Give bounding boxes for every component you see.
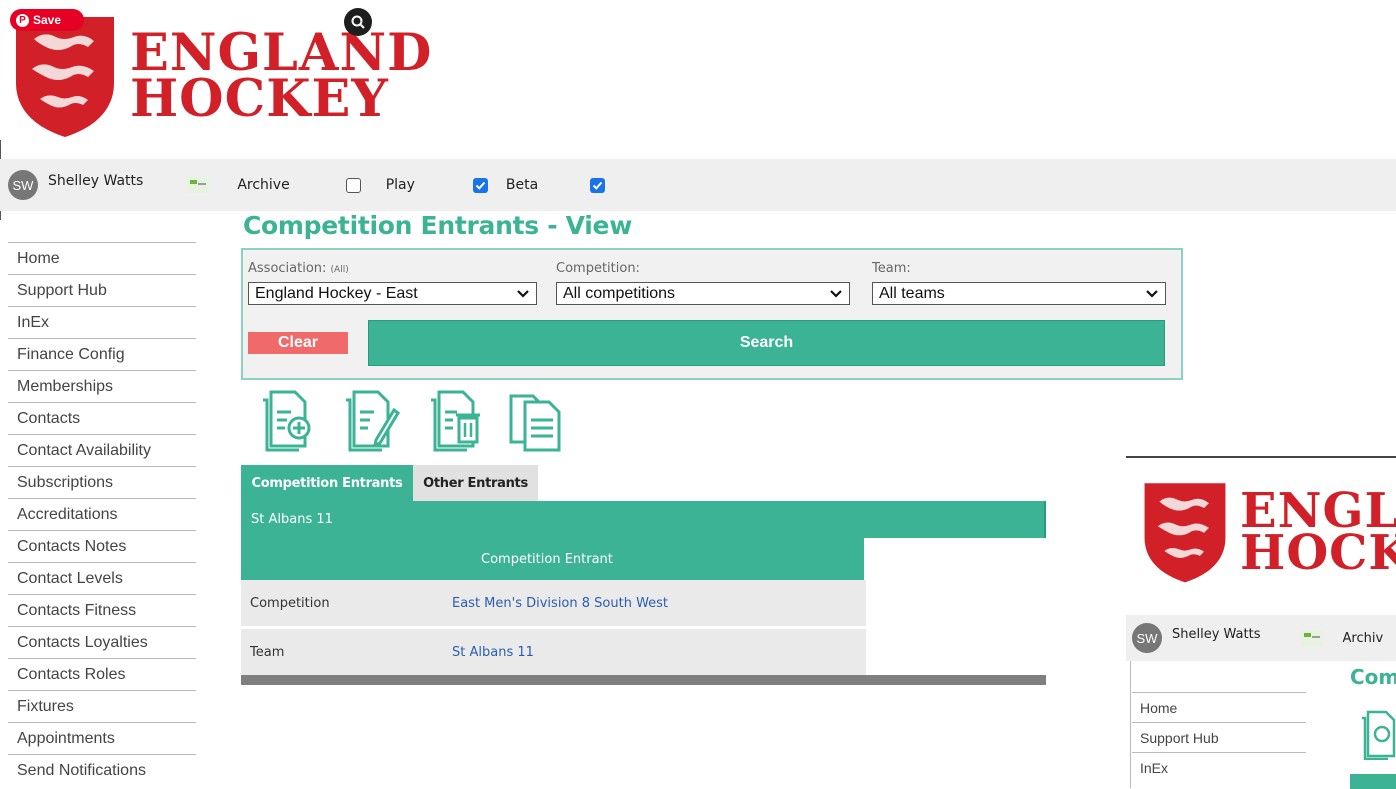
competition-label: Competition: (556, 261, 640, 276)
chevron-down-icon (517, 290, 529, 298)
sidebar-item-home[interactable]: Home (8, 242, 196, 274)
play-checkbox[interactable] (472, 177, 488, 193)
inset-user-bar: SW Shelley Watts Archiv (1126, 615, 1396, 661)
sidebar-item-memberships[interactable]: Memberships (8, 370, 196, 402)
visual-search-icon[interactable] (344, 8, 372, 36)
sidebar-item-inex[interactable]: InEx (8, 306, 196, 338)
sidebar-item-support-hub[interactable]: Support Hub (8, 274, 196, 306)
section-header-label: Competition Entrant (481, 551, 613, 567)
play-label: Play (385, 177, 415, 193)
user-name[interactable]: Shelley Watts (48, 173, 143, 189)
team-label: Team: (872, 261, 911, 276)
search-button[interactable]: Search (368, 320, 1165, 366)
filter-panel: Association: (All) England Hockey - East… (241, 248, 1183, 380)
field-label: Team (250, 644, 285, 660)
association-label-text: Association: (248, 261, 327, 276)
competition-value: All competitions (563, 284, 676, 302)
association-value: England Hockey - East (255, 284, 418, 302)
association-hint: (All) (330, 265, 349, 275)
document-view-icon (1362, 710, 1396, 760)
record-title: St Albans 11 (241, 501, 1046, 538)
sidebar-nav: Home Support Hub InEx Finance Config Mem… (8, 242, 196, 786)
document-add-icon[interactable] (255, 388, 317, 452)
tab-other-entrants[interactable]: Other Entrants (413, 465, 538, 501)
brand-line2: HOCKEY (130, 69, 389, 129)
inset-archive-label: Archiv (1342, 630, 1384, 646)
inset-screenshot: ENGLA HOCKE SW Shelley Watts Archiv Com … (1126, 456, 1396, 789)
team-link[interactable]: St Albans 11 (452, 645, 534, 660)
table-row: Team St Albans 11 (241, 629, 866, 675)
sidebar-item-contacts-notes[interactable]: Contacts Notes (8, 530, 196, 562)
competition-link[interactable]: East Men's Division 8 South West (452, 596, 668, 611)
pinterest-save-label: Save (33, 13, 62, 27)
sidebar-item-fixtures[interactable]: Fixtures (8, 690, 196, 722)
inset-sidebar-item-support-hub: Support Hub (1132, 722, 1306, 752)
inset-logo: ENGLA HOCKE (1138, 480, 1396, 584)
association-select[interactable]: England Hockey - East (248, 282, 537, 305)
inset-sidebar-item-home: Home (1132, 692, 1306, 722)
sidebar-item-send-notifications[interactable]: Send Notifications (8, 754, 196, 786)
user-bar: SW Shelley Watts Archive Play Beta (0, 159, 1396, 211)
inset-brand-line2: HOCKE (1240, 525, 1396, 581)
record-footer-bar (241, 675, 1046, 685)
beta-label: Beta (505, 177, 539, 193)
pinterest-save-button[interactable]: P Save (10, 9, 84, 31)
inset-page-title: Com (1350, 665, 1396, 689)
sidebar-item-accreditations[interactable]: Accreditations (8, 498, 196, 530)
inset-sidebar-item-inex: InEx (1132, 752, 1306, 782)
language-flag-icon[interactable] (187, 177, 210, 193)
tab-competition-entrants[interactable]: Competition Entrants (241, 465, 413, 501)
sidebar-item-finance-config[interactable]: Finance Config (8, 338, 196, 370)
document-copy-icon[interactable] (503, 388, 565, 452)
inset-tab-strip (1350, 774, 1396, 789)
check-icon (592, 181, 603, 190)
archive-label: Archive (237, 177, 290, 193)
inset-avatar: SW (1132, 623, 1162, 653)
sidebar-item-appointments[interactable]: Appointments (8, 722, 196, 754)
england-hockey-logo[interactable]: ENGLAND HOCKEY (12, 12, 432, 140)
language-flag-icon (1300, 630, 1323, 646)
pinterest-icon: P (16, 13, 29, 27)
sidebar-item-contacts[interactable]: Contacts (8, 402, 196, 434)
sidebar-item-subscriptions[interactable]: Subscriptions (8, 466, 196, 498)
inset-sidebar: Home Support Hub InEx (1132, 692, 1306, 782)
sidebar-item-contact-levels[interactable]: Contact Levels (8, 562, 196, 594)
competition-select[interactable]: All competitions (556, 282, 850, 305)
document-delete-icon[interactable] (423, 388, 485, 452)
sidebar-item-contacts-loyalties[interactable]: Contacts Loyalties (8, 626, 196, 658)
document-edit-icon[interactable] (338, 388, 400, 452)
shield-lions-icon (1144, 483, 1226, 583)
table-row: Competition East Men's Division 8 South … (241, 580, 866, 626)
page-title: Competition Entrants - View (243, 211, 633, 240)
sidebar-item-contact-availability[interactable]: Contact Availability (8, 434, 196, 466)
beta-checkbox[interactable] (590, 177, 606, 193)
archive-checkbox[interactable] (345, 177, 361, 193)
chevron-down-icon (1146, 290, 1158, 298)
inset-user-name: Shelley Watts (1172, 626, 1261, 642)
team-value: All teams (879, 284, 945, 302)
sidebar-item-contacts-roles[interactable]: Contacts Roles (8, 658, 196, 690)
chevron-down-icon (830, 290, 842, 298)
section-header: Competition Entrant (241, 538, 864, 580)
team-select[interactable]: All teams (872, 282, 1166, 305)
avatar[interactable]: SW (8, 170, 38, 200)
field-label: Competition (250, 595, 330, 611)
check-icon (475, 181, 486, 190)
shield-lions-icon (16, 17, 114, 137)
clear-button[interactable]: Clear (248, 332, 348, 354)
association-label: Association: (All) (248, 261, 349, 276)
sidebar-item-contacts-fitness[interactable]: Contacts Fitness (8, 594, 196, 626)
